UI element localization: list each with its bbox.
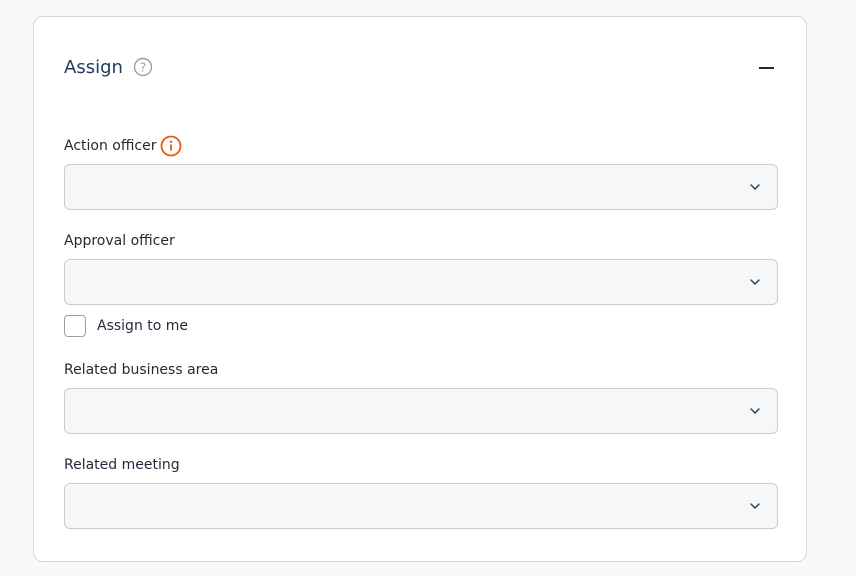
related-meeting-select[interactable] [64, 483, 778, 529]
question-circle-icon[interactable]: ? [133, 57, 153, 77]
collapse-button[interactable] [754, 57, 778, 79]
related-business-area-label-text: Related business area [64, 362, 219, 378]
related-business-area-select[interactable] [64, 388, 778, 434]
action-officer-label-text: Action officer [64, 138, 157, 154]
approval-officer-label-text: Approval officer [64, 233, 175, 249]
minus-icon [758, 67, 774, 69]
assign-to-me-row[interactable]: Assign to me [64, 315, 188, 337]
approval-officer-label: Approval officer [64, 233, 175, 249]
action-officer-label: Action officer [64, 135, 182, 157]
related-meeting-label: Related meeting [64, 457, 180, 473]
info-circle-icon[interactable] [160, 135, 182, 157]
assign-panel: Assign ? Action officer Approval officer [33, 16, 807, 562]
action-officer-select[interactable] [64, 164, 778, 210]
approval-officer-select[interactable] [64, 259, 778, 305]
panel-header: Assign ? [64, 55, 153, 79]
svg-text:?: ? [140, 61, 146, 75]
chevron-down-icon [750, 503, 760, 509]
chevron-down-icon [750, 408, 760, 414]
related-meeting-label-text: Related meeting [64, 457, 180, 473]
assign-to-me-checkbox[interactable] [64, 315, 86, 337]
chevron-down-icon [750, 279, 760, 285]
related-business-area-label: Related business area [64, 362, 218, 378]
chevron-down-icon [750, 184, 760, 190]
assign-to-me-label[interactable]: Assign to me [97, 318, 188, 334]
panel-title: Assign [64, 56, 123, 78]
